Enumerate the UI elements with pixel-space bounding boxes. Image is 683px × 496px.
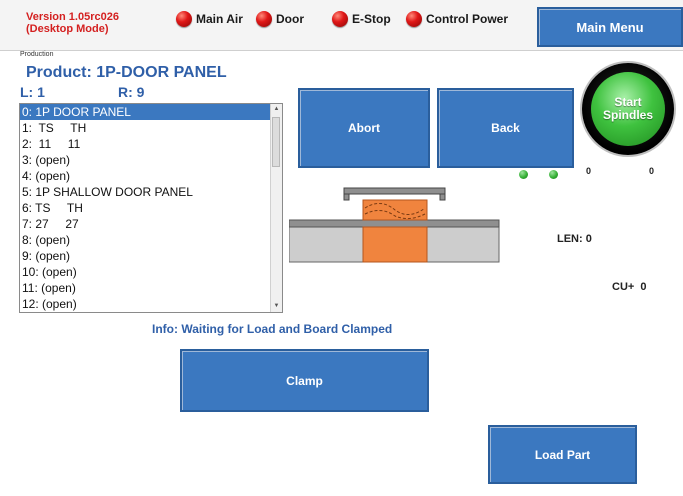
- clamp-foot-right-shape: [439, 193, 446, 201]
- board-shape: [289, 219, 500, 228]
- right-value: R: 9: [118, 84, 145, 100]
- left-spindle-count: 0: [586, 166, 592, 176]
- control-power-status-light-icon: [406, 11, 422, 27]
- scroll-thumb[interactable]: [272, 117, 280, 167]
- clamp-diagram: [289, 180, 502, 266]
- right-spindle-status-light-icon: [549, 170, 558, 179]
- info-message: Info: Waiting for Load and Board Clamped: [152, 322, 393, 336]
- door-status-light-icon: [256, 11, 272, 27]
- back-button[interactable]: Back: [437, 88, 574, 168]
- e-stop-status-light-icon: [332, 11, 348, 27]
- load-part-button[interactable]: Load Part: [488, 425, 637, 484]
- start-spindles-button[interactable]: Start Spindles: [582, 63, 674, 155]
- right-spindle-count: 0: [649, 166, 655, 176]
- indicator-e-stop: E-Stop: [332, 8, 391, 30]
- main-air-status-light-icon: [176, 11, 192, 27]
- list-item[interactable]: 8: (open): [20, 232, 282, 248]
- clamp-button[interactable]: Clamp: [180, 349, 429, 412]
- list-scrollbar[interactable]: ▲ ▼: [270, 104, 282, 312]
- left-value: L: 1: [20, 84, 45, 100]
- cu-readout: CU+ 0: [612, 281, 647, 293]
- start-spindles-face[interactable]: Start Spindles: [591, 72, 665, 146]
- main-menu-button[interactable]: Main Menu: [537, 7, 683, 47]
- section-label: Production: [20, 51, 54, 58]
- product-list-items: 0: 1P DOOR PANEL 1: TS TH 2: 11 11 3: (open…: [20, 104, 282, 312]
- indicator-door: Door: [256, 8, 304, 30]
- indicator-main-air: Main Air: [176, 8, 243, 30]
- indicator-control-power: Control Power: [406, 8, 508, 30]
- lower-part-shape: [362, 226, 428, 263]
- list-item[interactable]: 12: (open): [20, 296, 282, 312]
- header-bar: Version 1.05rc026 (Desktop Mode) Main Ai…: [0, 0, 683, 51]
- list-item[interactable]: 10: (open): [20, 264, 282, 280]
- version-label: Version 1.05rc026 (Desktop Mode): [26, 11, 119, 35]
- app-window: Version 1.05rc026 (Desktop Mode) Main Ai…: [0, 0, 683, 496]
- abort-button[interactable]: Abort: [298, 88, 430, 168]
- version-text: Version 1.05rc026: [26, 11, 119, 23]
- scroll-up-arrow-icon[interactable]: ▲: [271, 104, 282, 115]
- list-item[interactable]: 7: 27 27: [20, 216, 282, 232]
- list-item[interactable]: 5: 1P SHALLOW DOOR PANEL: [20, 184, 282, 200]
- list-item[interactable]: 3: (open): [20, 152, 282, 168]
- clamp-bar-shape: [343, 187, 446, 195]
- list-item[interactable]: 9: (open): [20, 248, 282, 264]
- list-item[interactable]: 11: (open): [20, 280, 282, 296]
- mode-text: (Desktop Mode): [26, 23, 109, 35]
- list-item[interactable]: 0: 1P DOOR PANEL: [20, 104, 282, 120]
- start-spindles-label-line2: Spindles: [602, 108, 653, 122]
- product-title: Product: 1P-DOOR PANEL: [26, 64, 227, 81]
- product-list[interactable]: 0: 1P DOOR PANEL 1: TS TH 2: 11 11 3: (open…: [19, 103, 283, 313]
- indicator-label-main-air: Main Air: [196, 12, 243, 26]
- list-item[interactable]: 1: TS TH: [20, 120, 282, 136]
- clamp-foot-left-shape: [343, 193, 350, 201]
- indicator-label-control-power: Control Power: [426, 12, 509, 26]
- list-item[interactable]: 2: 11 11: [20, 136, 282, 152]
- scroll-down-arrow-icon[interactable]: ▼: [271, 301, 282, 312]
- len-readout: LEN: 0: [557, 233, 592, 245]
- list-item[interactable]: 4: (open): [20, 168, 282, 184]
- indicator-label-door: Door: [276, 12, 304, 26]
- list-item[interactable]: 6: TS TH: [20, 200, 282, 216]
- indicator-label-e-stop: E-Stop: [352, 12, 391, 26]
- left-spindle-status-light-icon: [519, 170, 528, 179]
